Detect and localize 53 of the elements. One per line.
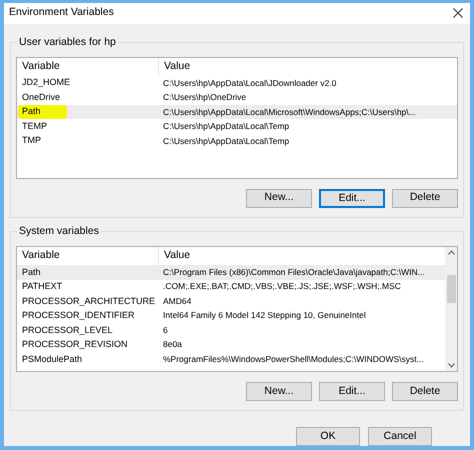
- variable-value: C:\Users\hp\AppData\Local\Temp: [162, 120, 290, 133]
- variable-name: PSModulePath: [22, 352, 82, 366]
- variable-value: C:\Users\hp\AppData\Local\Temp: [162, 134, 290, 148]
- variable-row[interactable]: PROCESSOR_IDENTIFIER Intel64 Family 6 Model 142 Stepping 10, GenuineIntel: [17, 308, 445, 323]
- variable-name: Path: [22, 266, 41, 278]
- variable-name: PATHEXT: [22, 280, 62, 293]
- dialog-button[interactable]: OK: [296, 427, 360, 446]
- variable-value: 8e0a: [162, 338, 182, 352]
- dialog-button[interactable]: New...: [246, 382, 312, 401]
- variable-name: JD2_HOME: [22, 76, 70, 90]
- dialog-button[interactable]: Delete: [392, 382, 458, 401]
- variable-value: C:\Users\hp\AppData\Local\Microsoft\WindowsApps;C:\Users\hp\...: [162, 106, 416, 118]
- variable-name: Path: [18, 105, 67, 119]
- dialog-button[interactable]: Delete: [392, 188, 458, 208]
- variable-row[interactable]: PSModulePath %ProgramFiles%\WindowsPowerShell\Modules;C:\WINDOWS\syst...: [17, 352, 445, 366]
- variable-row[interactable]: Path C:\Users\hp\AppData\Local\Microsoft\WindowsApps;C:\Users\hp\...: [17, 104, 457, 120]
- variable-name: OneDrive: [22, 90, 60, 104]
- variable-value: .COM;.EXE;.BAT;.CMD;.VBS;.VBE;.JS;.JSE;.WSF;.WSH;.MSC: [162, 280, 401, 294]
- variable-row[interactable]: PROCESSOR_ARCHITECTURE AMD64: [17, 294, 445, 308]
- scrollbar[interactable]: [445, 247, 457, 371]
- column-header[interactable]: Value: [159, 247, 445, 265]
- variable-value: C:\Program Files (x86)\Common Files\Oracle\Java\javapath;C:\WIN...: [162, 266, 425, 279]
- dialog-button[interactable]: Edit...: [319, 382, 385, 401]
- scroll-up-icon[interactable]: [448, 250, 454, 255]
- variable-name: TMP: [22, 134, 41, 148]
- variable-row[interactable]: PATHEXT .COM;.EXE;.BAT;.CMD;.VBS;.VBE;.JS;.JSE;.WSF;.WSH;.MSC: [17, 280, 445, 294]
- variable-value: %ProgramFiles%\WindowsPowerShell\Modules;C:\WINDOWS\syst...: [162, 352, 424, 366]
- variable-row[interactable]: TMP C:\Users\hp\AppData\Local\Temp: [17, 134, 457, 148]
- dialog-button[interactable]: Edit...: [319, 188, 385, 208]
- variable-name: TEMP: [22, 120, 48, 133]
- variable-name: PROCESSOR_IDENTIFIER: [22, 309, 135, 322]
- variable-row[interactable]: PROCESSOR_LEVEL 6: [17, 323, 445, 338]
- variable-value: C:\Users\hp\AppData\Local\JDownloader v2.0: [162, 76, 336, 90]
- variable-name: PROCESSOR_ARCHITECTURE: [22, 294, 156, 308]
- variable-value: Intel64 Family 6 Model 142 Stepping 10, GenuineIntel: [162, 309, 366, 322]
- dialog-button[interactable]: Cancel: [368, 427, 432, 446]
- dialog-button[interactable]: New...: [246, 188, 312, 208]
- variable-row[interactable]: Path C:\Program Files (x86)\Common Files\Oracle\Java\javapath;C:\WIN...: [17, 265, 445, 280]
- variable-row[interactable]: PROCESSOR_REVISION 8e0a: [17, 338, 445, 352]
- column-header[interactable]: Value: [159, 58, 457, 76]
- variable-value: AMD64: [162, 294, 192, 308]
- variable-value: 6: [162, 324, 168, 337]
- variable-value: C:\Users\hp\OneDrive: [162, 91, 246, 104]
- variable-name: PROCESSOR_LEVEL: [22, 324, 113, 337]
- window-title: Environment Variables: [9, 5, 114, 20]
- variable-row[interactable]: OneDrive C:\Users\hp\OneDrive: [17, 90, 457, 105]
- scroll-thumb[interactable]: [446, 275, 456, 303]
- close-icon[interactable]: [453, 8, 463, 18]
- variable-name: PROCESSOR_REVISION: [22, 338, 128, 351]
- variable-row[interactable]: TEMP C:\Users\hp\AppData\Local\Temp: [17, 119, 457, 134]
- column-header[interactable]: Variable: [17, 58, 159, 76]
- scroll-down-icon[interactable]: [448, 363, 454, 368]
- variable-row[interactable]: JD2_HOME C:\Users\hp\AppData\Local\JDownloader v2.0: [17, 76, 457, 90]
